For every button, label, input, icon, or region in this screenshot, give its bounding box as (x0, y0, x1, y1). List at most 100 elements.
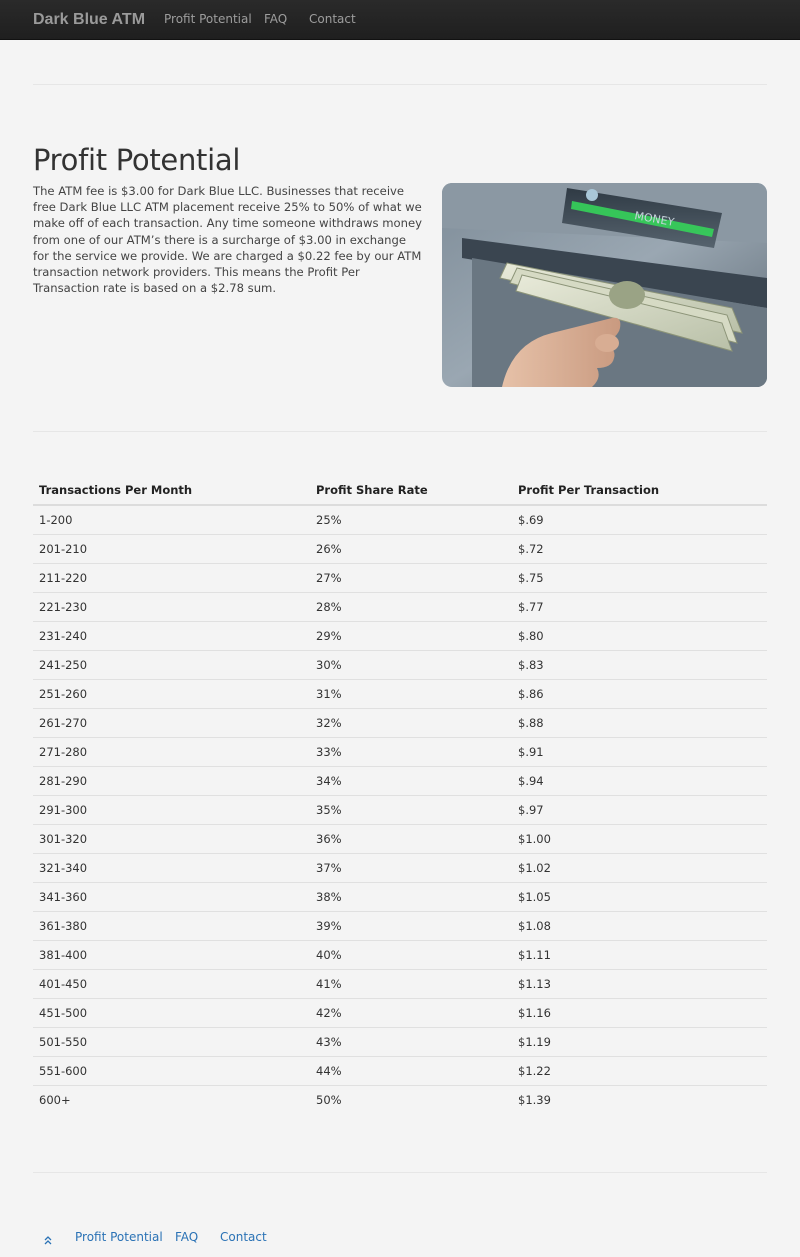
table-row: 201-210 26% $.72 (33, 533, 767, 563)
cell-profit: $1.39 (512, 1084, 767, 1114)
cell-profit: $.77 (512, 591, 767, 621)
cell-profit: $.91 (512, 736, 767, 766)
table-row: 241-250 30% $.83 (33, 649, 767, 679)
cell-transactions: 501-550 (33, 1026, 310, 1056)
cell-share-rate: 28% (310, 591, 512, 621)
cell-profit: $1.13 (512, 968, 767, 998)
table-row: 251-260 31% $.86 (33, 678, 767, 708)
cell-transactions: 600+ (33, 1084, 310, 1114)
table-row: 231-240 29% $.80 (33, 620, 767, 650)
cell-transactions: 341-360 (33, 881, 310, 911)
cell-transactions: 321-340 (33, 852, 310, 882)
cell-share-rate: 35% (310, 794, 512, 824)
nav-link-contact[interactable]: Contact (309, 12, 356, 26)
brand-link[interactable]: Dark Blue ATM (33, 11, 145, 29)
cell-profit: $.97 (512, 794, 767, 824)
cell-share-rate: 31% (310, 678, 512, 708)
double-chevron-up-icon[interactable] (43, 1231, 53, 1245)
cell-transactions: 261-270 (33, 707, 310, 737)
table-row: 381-400 40% $1.11 (33, 939, 767, 969)
cell-transactions: 451-500 (33, 997, 310, 1027)
table-row: 361-380 39% $1.08 (33, 910, 767, 940)
table-row: 451-500 42% $1.16 (33, 997, 767, 1027)
cell-profit: $1.00 (512, 823, 767, 853)
table-row: 501-550 43% $1.19 (33, 1026, 767, 1056)
cell-transactions: 201-210 (33, 533, 310, 563)
cell-profit: $1.02 (512, 852, 767, 882)
cell-profit: $1.16 (512, 997, 767, 1027)
table-header-row: Transactions Per Month Profit Share Rate… (33, 476, 767, 506)
cell-profit: $1.08 (512, 910, 767, 940)
cell-share-rate: 43% (310, 1026, 512, 1056)
cell-profit: $1.05 (512, 881, 767, 911)
cell-share-rate: 26% (310, 533, 512, 563)
table-row: 600+ 50% $1.39 (33, 1084, 767, 1114)
header-profit-per-transaction: Profit Per Transaction (512, 476, 767, 506)
cell-share-rate: 25% (316, 512, 342, 527)
cell-share-rate: 29% (310, 620, 512, 650)
cell-share-rate: 37% (310, 852, 512, 882)
cell-share-rate: 33% (310, 736, 512, 766)
header-transactions-per-month: Transactions Per Month (33, 476, 310, 506)
cell-share-rate: 40% (310, 939, 512, 969)
footer-link-profit-potential[interactable]: Profit Potential (75, 1230, 163, 1244)
atm-cash-photo: MONEY (442, 183, 767, 387)
cell-share-rate: 42% (310, 997, 512, 1027)
cell-transactions: 271-280 (33, 736, 310, 766)
cell-profit: $.83 (512, 649, 767, 679)
cell-profit: $.94 (512, 765, 767, 795)
cell-share-rate: 34% (310, 765, 512, 795)
cell-profit: $.80 (512, 620, 767, 650)
cell-share-rate: 32% (310, 707, 512, 737)
table-row: 301-320 36% $1.00 (33, 823, 767, 853)
table-row: 271-280 33% $.91 (33, 736, 767, 766)
cell-transactions: 211-220 (33, 562, 310, 592)
cell-share-rate: 50% (310, 1084, 512, 1114)
table-row: 401-450 41% $1.13 (33, 968, 767, 998)
cell-share-rate: 27% (310, 562, 512, 592)
cell-share-rate: 38% (310, 881, 512, 911)
divider (33, 431, 767, 432)
cell-transactions: 361-380 (33, 910, 310, 940)
cell-transactions: 231-240 (33, 620, 310, 650)
page-title: Profit Potential (33, 143, 241, 177)
table-row: 291-300 35% $.97 (33, 794, 767, 824)
top-navbar: Dark Blue ATM Profit Potential FAQ Conta… (0, 0, 800, 40)
table-row: 551-600 44% $1.22 (33, 1055, 767, 1085)
cell-transactions: 381-400 (33, 939, 310, 969)
cell-transactions: 401-450 (33, 968, 310, 998)
nav-link-faq[interactable]: FAQ (264, 12, 287, 26)
cell-share-rate: 36% (310, 823, 512, 853)
footer-link-faq[interactable]: FAQ (175, 1230, 198, 1244)
cell-profit: $.75 (512, 562, 767, 592)
cell-share-rate: 39% (310, 910, 512, 940)
footer-link-contact[interactable]: Contact (220, 1230, 267, 1244)
cell-share-rate: 30% (310, 649, 512, 679)
table-row: 261-270 32% $.88 (33, 707, 767, 737)
cell-transactions: 1-200 (39, 512, 73, 527)
cell-profit: $1.22 (512, 1055, 767, 1085)
cell-profit: $.88 (512, 707, 767, 737)
table-row: 321-340 37% $1.02 (33, 852, 767, 882)
cell-share-rate: 41% (310, 968, 512, 998)
table-row: 1-200 25% $.69 (33, 505, 767, 534)
nav-link-profit-potential[interactable]: Profit Potential (164, 12, 252, 26)
table-row: 281-290 34% $.94 (33, 765, 767, 795)
cell-transactions: 241-250 (33, 649, 310, 679)
table-row: 221-230 28% $.77 (33, 591, 767, 621)
cell-profit: $1.11 (512, 939, 767, 969)
divider (33, 1172, 767, 1173)
cell-transactions: 221-230 (33, 591, 310, 621)
cell-transactions: 291-300 (33, 794, 310, 824)
table-row: 341-360 38% $1.05 (33, 881, 767, 911)
table-row: 211-220 27% $.75 (33, 562, 767, 592)
cell-share-rate: 44% (310, 1055, 512, 1085)
cell-transactions: 281-290 (33, 765, 310, 795)
divider (33, 84, 767, 85)
cell-profit: $.69 (518, 512, 544, 527)
cell-profit: $.72 (512, 533, 767, 563)
intro-paragraph: The ATM fee is $3.00 for Dark Blue LLC. … (33, 184, 422, 296)
cell-transactions: 551-600 (33, 1055, 310, 1085)
cell-transactions: 251-260 (33, 678, 310, 708)
cell-transactions: 301-320 (33, 823, 310, 853)
